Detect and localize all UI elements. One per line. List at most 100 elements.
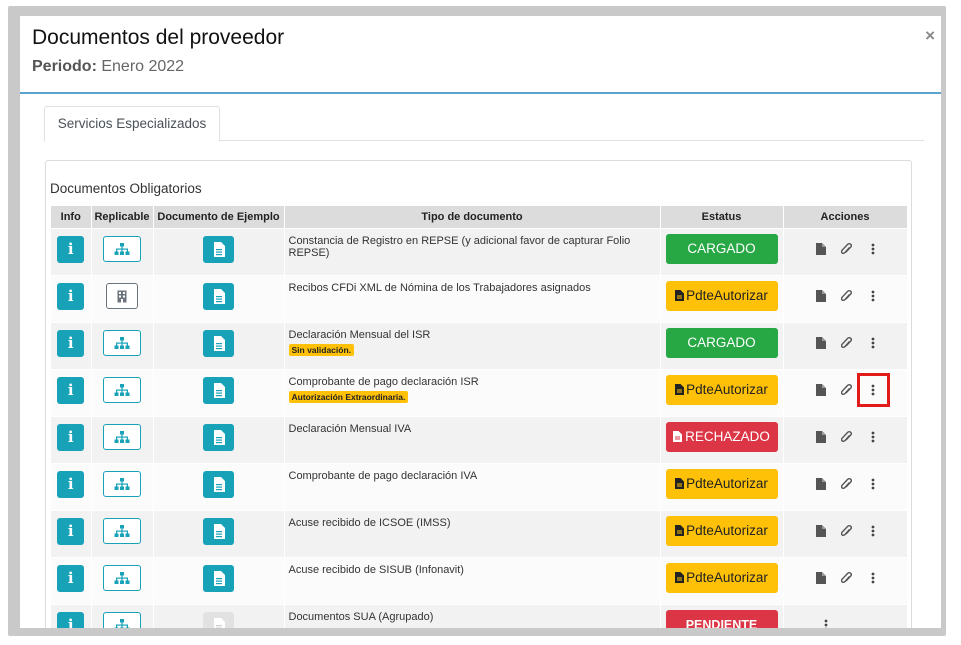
paperclip-icon[interactable] xyxy=(840,242,854,256)
example-document-button[interactable] xyxy=(203,470,234,498)
example-cell xyxy=(153,322,285,370)
info-icon[interactable]: i xyxy=(57,423,85,451)
document-type-label: Comprobante de pago declaración ISR xyxy=(288,376,479,388)
example-document-button[interactable] xyxy=(203,564,234,592)
replicable-button[interactable] xyxy=(106,283,138,309)
document-type-label: Recibos CFDi XML de Nómina de los Trabaj… xyxy=(288,282,591,294)
info-cell: i xyxy=(51,463,92,511)
header-info: Info xyxy=(51,206,92,229)
document-icon xyxy=(213,617,225,628)
more-vertical-icon[interactable] xyxy=(866,524,880,538)
example-cell xyxy=(153,604,285,628)
file-icon[interactable] xyxy=(814,383,828,397)
info-cell: i xyxy=(51,369,92,417)
status-button[interactable]: PdteAutorizar xyxy=(665,281,778,312)
paperclip-icon[interactable] xyxy=(840,289,854,303)
status-cell: RECHAZADO xyxy=(660,416,784,464)
replicable-button[interactable] xyxy=(103,518,141,544)
info-icon[interactable]: i xyxy=(57,564,85,592)
document-type-cell: Comprobante de pago declaración IVA xyxy=(284,463,661,511)
paperclip-icon[interactable] xyxy=(840,336,854,350)
status-label: CARGADO xyxy=(687,241,756,256)
document-type-label: Constancia de Registro en REPSE (y adici… xyxy=(288,235,631,259)
table-row: i Recibos CFDi XML de Nómina de los Traba… xyxy=(51,275,908,323)
example-document-button[interactable] xyxy=(203,329,234,357)
more-vertical-icon[interactable] xyxy=(866,430,880,444)
actions-cell xyxy=(783,322,908,370)
paperclip-icon[interactable] xyxy=(840,477,854,491)
replicable-cell xyxy=(91,369,154,417)
status-button[interactable]: PdteAutorizar xyxy=(665,563,778,593)
table-header-row: Info Replicable Documento de Ejemplo Tip… xyxy=(51,206,908,229)
paperclip-icon[interactable] xyxy=(840,430,854,444)
status-badge: Autorización Extraordinaria. xyxy=(288,391,409,403)
example-document-button[interactable] xyxy=(203,376,234,404)
info-icon[interactable]: i xyxy=(57,470,85,498)
header-type: Tipo de documento xyxy=(284,206,661,229)
more-vertical-icon[interactable] xyxy=(866,477,880,491)
more-vertical-icon[interactable] xyxy=(819,618,833,628)
paperclip-icon[interactable] xyxy=(840,383,854,397)
status-label: PdteAutorizar xyxy=(686,570,768,585)
example-document-button[interactable] xyxy=(203,282,234,310)
replicable-button[interactable] xyxy=(103,565,141,591)
paperclip-icon[interactable] xyxy=(840,571,854,585)
example-cell xyxy=(153,510,285,558)
info-icon[interactable]: i xyxy=(57,611,85,628)
table-row: i Acuse recibido de SISUB (Infonavit) Pdte… xyxy=(51,557,908,605)
replicable-button[interactable] xyxy=(103,377,141,403)
example-document-button[interactable] xyxy=(203,235,234,263)
actions-cell xyxy=(783,510,908,558)
file-icon xyxy=(675,282,685,312)
more-vertical-icon[interactable] xyxy=(866,289,880,303)
document-icon xyxy=(213,335,225,351)
status-button[interactable]: PdteAutorizar xyxy=(665,469,778,499)
replicable-cell xyxy=(91,510,154,558)
info-icon[interactable]: i xyxy=(57,282,85,310)
replicable-button[interactable] xyxy=(103,471,141,497)
status-button[interactable]: CARGADO xyxy=(665,234,778,264)
status-button[interactable]: RECHAZADO xyxy=(665,422,778,452)
replicable-button[interactable] xyxy=(103,424,141,450)
info-icon[interactable]: i xyxy=(57,235,85,263)
file-icon[interactable] xyxy=(814,524,828,538)
example-document-button[interactable] xyxy=(203,517,234,545)
sitemap-icon xyxy=(114,430,130,444)
tab-servicios-especializados[interactable]: Servicios Especializados xyxy=(44,106,220,142)
documents-card: Documentos Obligatorios Info Replicable … xyxy=(45,160,912,628)
replicable-button[interactable] xyxy=(103,330,141,356)
status-button[interactable]: PdteAutorizar xyxy=(665,375,778,405)
file-icon[interactable] xyxy=(814,430,828,444)
document-type-label: Declaración Mensual del ISR xyxy=(288,329,431,341)
paperclip-icon[interactable] xyxy=(840,524,854,538)
table-row: i Documentos SUA (Agrupado) PENDIENTE xyxy=(51,604,908,628)
document-icon xyxy=(213,382,225,398)
status-button[interactable]: PdteAutorizar xyxy=(665,516,778,546)
info-icon[interactable]: i xyxy=(57,517,85,545)
example-cell xyxy=(153,275,285,323)
document-type-cell: Declaración Mensual del ISR Sin validació… xyxy=(284,322,661,370)
file-icon[interactable] xyxy=(814,336,828,350)
replicable-button[interactable] xyxy=(103,236,141,262)
document-icon xyxy=(213,241,225,257)
status-button[interactable]: CARGADO xyxy=(665,328,778,358)
file-icon[interactable] xyxy=(814,477,828,491)
close-icon[interactable]: × xyxy=(925,26,935,46)
status-cell: PdteAutorizar xyxy=(660,463,784,511)
document-type-label: Comprobante de pago declaración IVA xyxy=(288,470,478,482)
more-vertical-icon[interactable] xyxy=(866,336,880,350)
example-document-button[interactable] xyxy=(203,423,234,451)
more-vertical-icon[interactable] xyxy=(866,571,880,585)
replicable-button[interactable] xyxy=(103,612,141,628)
replicable-cell xyxy=(91,557,154,605)
file-icon[interactable] xyxy=(814,289,828,303)
status-button[interactable]: PENDIENTE xyxy=(665,610,778,628)
example-document-button xyxy=(203,611,234,628)
status-label: PENDIENTE xyxy=(685,618,758,628)
file-icon[interactable] xyxy=(814,242,828,256)
info-cell: i xyxy=(51,322,92,370)
info-icon[interactable]: i xyxy=(57,329,85,357)
info-icon[interactable]: i xyxy=(57,376,85,404)
file-icon[interactable] xyxy=(814,571,828,585)
more-vertical-icon[interactable] xyxy=(866,242,880,256)
